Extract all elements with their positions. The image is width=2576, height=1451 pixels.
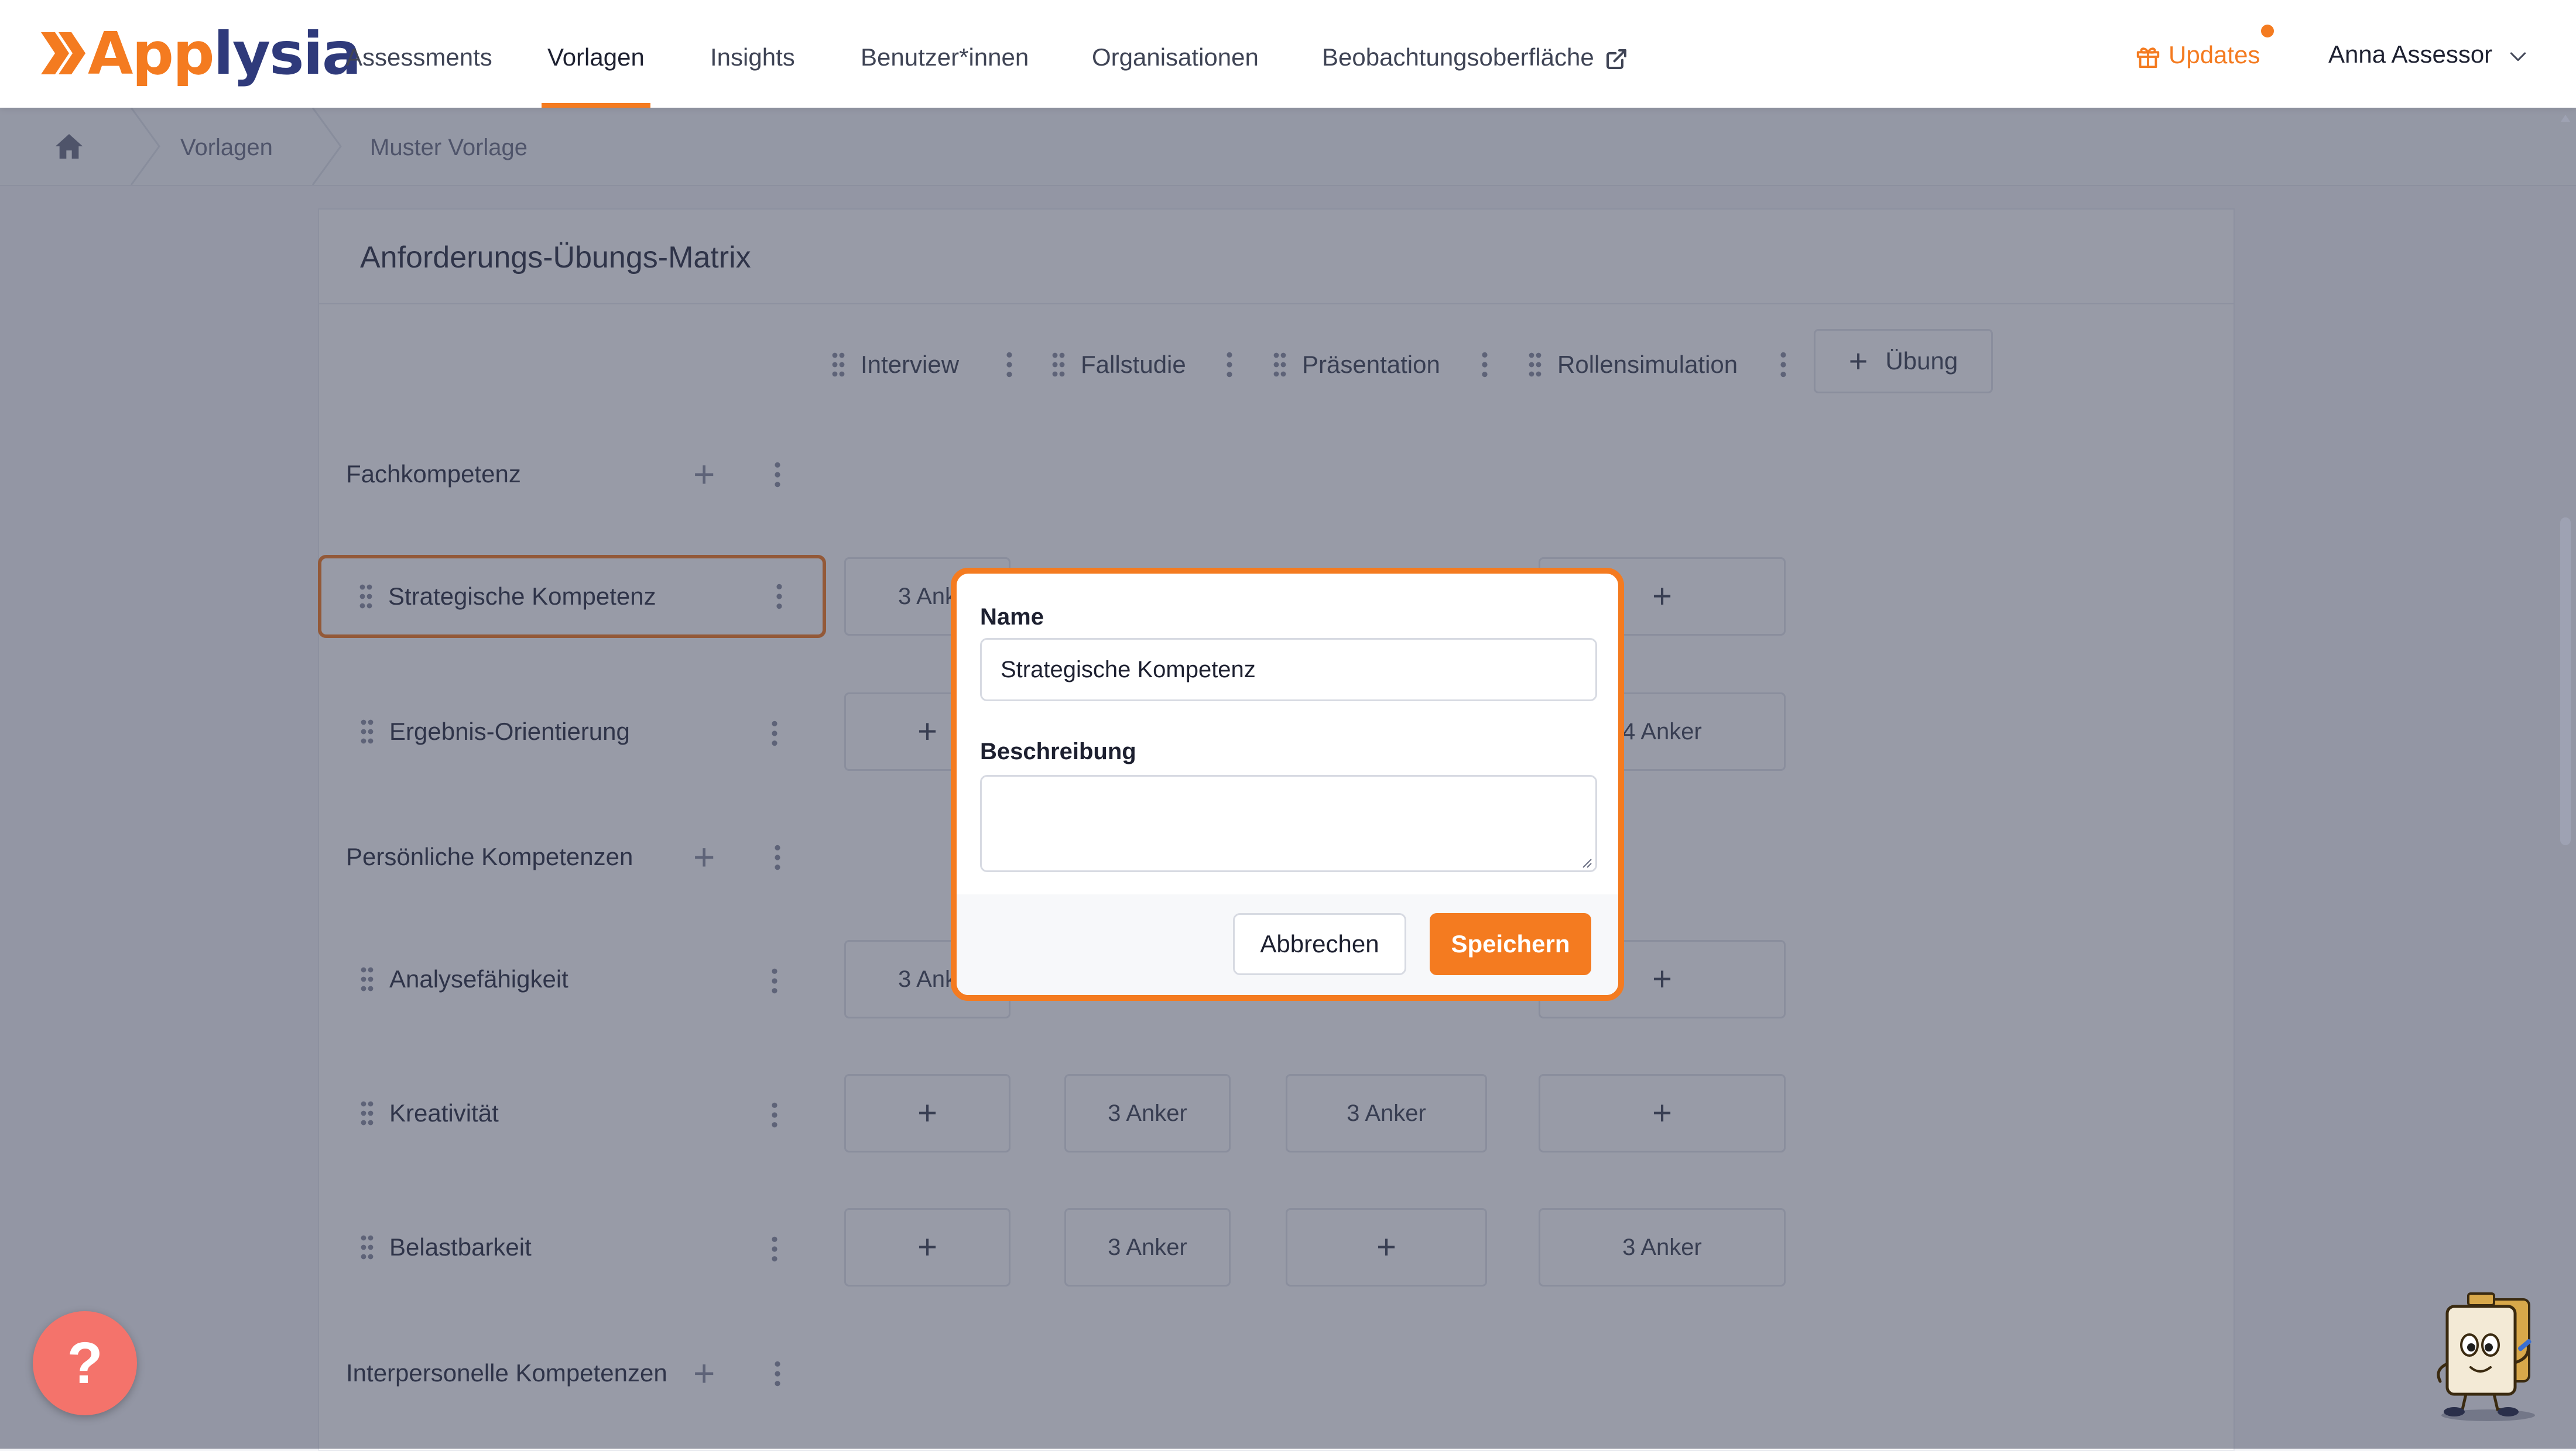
name-input[interactable] [980,638,1597,701]
updates-notification-dot [2261,25,2274,37]
logo-chevrons-icon [41,32,85,74]
nav-vorlagen[interactable]: Vorlagen [542,0,650,108]
nav-assessments[interactable]: Assessments [346,0,492,108]
nav-beobachtungsoberflaeche-label: Beobachtungsoberfläche [1322,43,1594,71]
updates-button[interactable]: Updates [2135,0,2260,108]
name-label: Name [980,604,1044,630]
help-button[interactable]: ? [33,1311,137,1415]
question-mark-icon: ? [67,1330,103,1396]
top-navigation: Applysia Assessments Vorlagen Insights B… [0,0,2576,108]
external-link-icon [1606,49,1626,69]
scroll-up-arrow-icon[interactable] [2560,114,2571,123]
nav-benutzer[interactable]: Benutzer*innen [861,0,1029,108]
description-label: Beschreibung [980,739,1136,764]
mascot-assistant-icon[interactable] [2430,1288,2547,1422]
user-menu[interactable]: Anna Assessor [2328,0,2530,108]
updates-label: Updates [2169,41,2260,68]
description-textarea[interactable] [980,775,1597,872]
nav-beobachtungsoberflaeche[interactable]: Beobachtungsoberfläche [1322,0,1628,108]
logo-text-suffix: lysia [213,19,362,88]
scrollbar[interactable] [2555,108,2576,1449]
cancel-button[interactable]: Abbrechen [1233,913,1406,975]
dialog-footer: Abbrechen Speichern [957,894,1618,995]
edit-requirement-dialog: Name Beschreibung Abbrechen Speichern [951,568,1624,1001]
logo-text-prefix: App [88,19,215,88]
chevron-down-icon [2510,52,2526,61]
user-name: Anna Assessor [2328,40,2493,68]
save-button[interactable]: Speichern [1430,913,1591,975]
nav-organisationen[interactable]: Organisationen [1092,0,1259,108]
gift-icon [2136,47,2160,68]
resize-grip-icon[interactable] [1580,856,1592,869]
applysia-logo[interactable]: Applysia [39,19,362,88]
scroll-thumb[interactable] [2560,517,2571,845]
nav-insights[interactable]: Insights [710,0,795,108]
